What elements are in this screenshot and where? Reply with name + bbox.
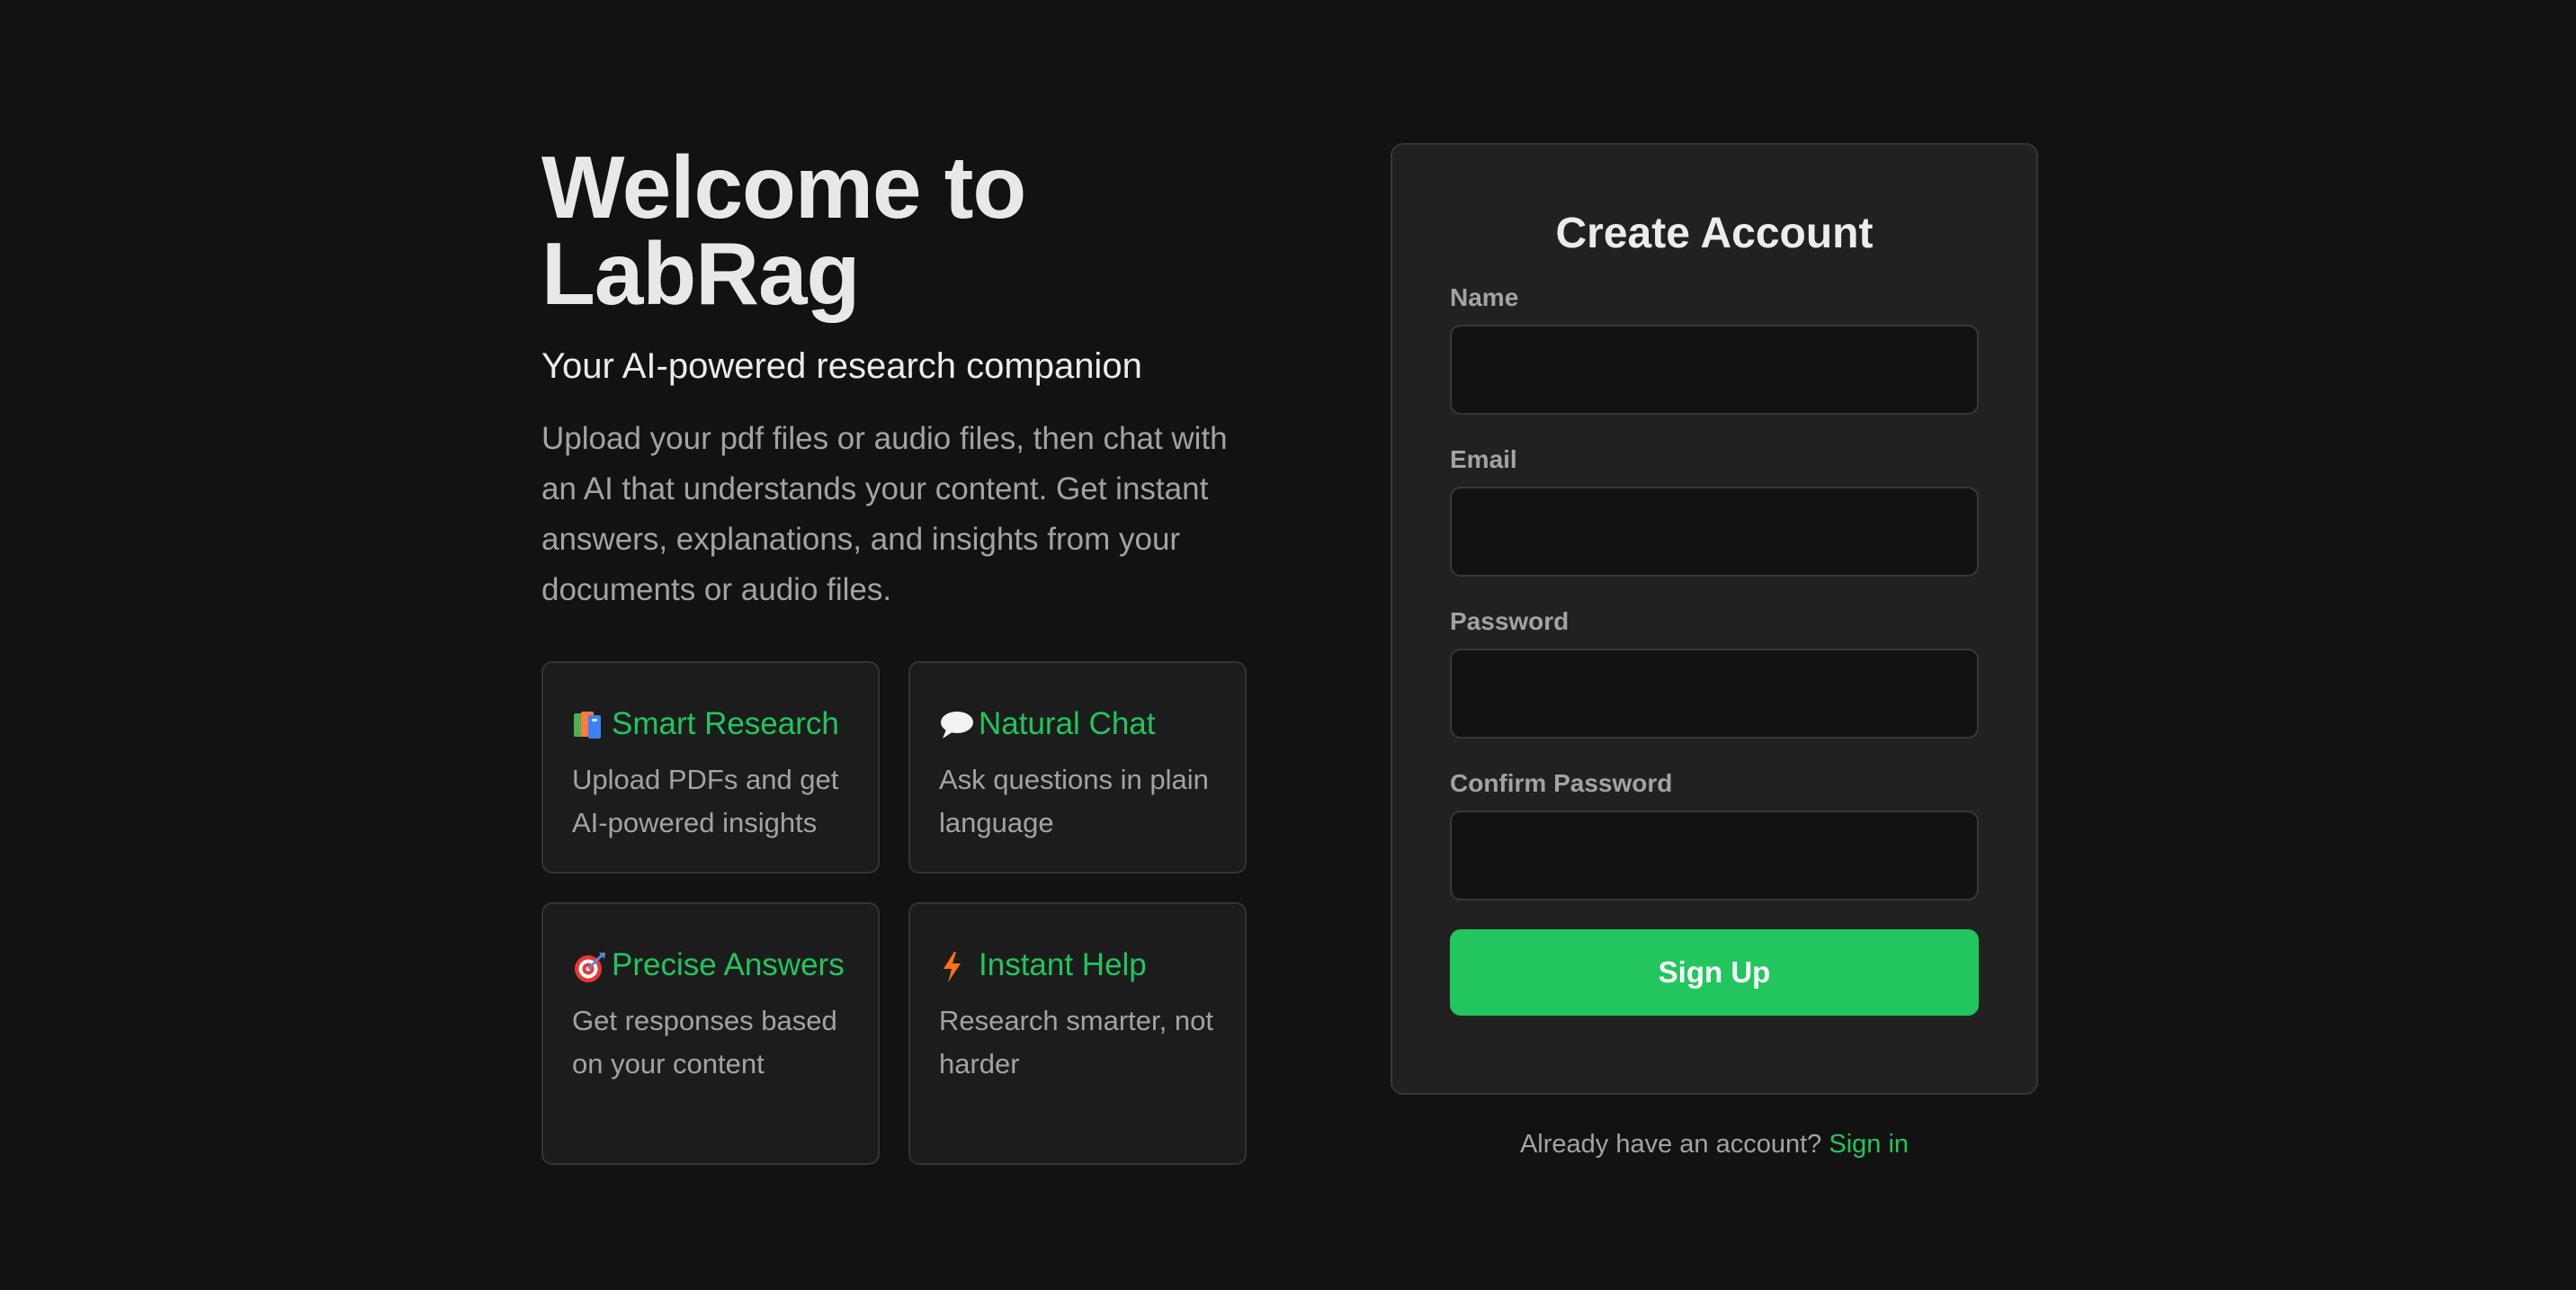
feature-card-smart-research: Smart Research Upload PDFs and get AI-po… [541,661,880,873]
sign-in-link[interactable]: Sign in [1829,1130,1909,1159]
confirm-password-input[interactable] [1450,811,1979,900]
confirm-password-label: Confirm Password [1450,769,1673,797]
lightning-icon [939,940,979,990]
signup-card: Create Account Name Email Password Confi… [1391,143,2038,1095]
speech-bubble-icon [939,699,979,749]
feature-description: Research smarter, not harder [939,1005,1213,1079]
feature-description: Ask questions in plain language [939,764,1209,838]
signin-prompt: Already have an account? Sign in [1391,1126,2038,1162]
target-icon [572,940,612,990]
signup-page: Welcome to LabRag Your AI-powered resear… [0,0,2576,1290]
feature-card-precise-answers: Precise Answers Get responses based on y… [541,902,880,1165]
name-label: Name [1450,283,1519,311]
feature-title: Natural Chat [979,706,1156,741]
password-input[interactable] [1450,649,1979,739]
feature-description: Upload PDFs and get AI-powered insights [572,764,839,838]
email-input[interactable] [1450,487,1979,577]
email-label: Email [1450,445,1517,473]
email-field-group: Email [1450,443,1979,577]
feature-heading: Smart Research [572,699,849,749]
hero-section: Welcome to LabRag Your AI-powered resear… [541,138,1261,615]
sign-up-button[interactable]: Sign Up [1450,929,1979,1016]
feature-grid: Smart Research Upload PDFs and get AI-po… [541,661,1247,1165]
feature-heading: Instant Help [939,940,1216,990]
feature-description: Get responses based on your content [572,1005,837,1079]
confirm-password-field-group: Confirm Password [1450,767,1979,900]
signup-form: Name Email Password Confirm Password [1450,282,1979,900]
signin-prompt-text: Already have an account? [1519,1130,1829,1159]
password-field-group: Password [1450,605,1979,739]
feature-heading: Precise Answers [572,940,849,990]
feature-title: Instant Help [979,947,1147,982]
hero-description: Upload your pdf files or audio files, th… [541,421,1228,607]
feature-title: Smart Research [612,706,839,741]
name-field-group: Name [1450,282,1979,415]
form-title: Create Account [1555,210,1874,257]
feature-card-instant-help: Instant Help Research smarter, not harde… [908,902,1247,1165]
password-label: Password [1450,607,1570,635]
feature-card-natural-chat: Natural Chat Ask questions in plain lang… [908,661,1247,873]
books-icon [572,699,612,749]
name-input[interactable] [1450,325,1979,415]
feature-title: Precise Answers [612,947,845,982]
hero-title: Welcome to LabRag [541,138,1026,323]
hero-subtitle: Your AI-powered research companion [541,346,1142,386]
feature-heading: Natural Chat [939,699,1216,749]
